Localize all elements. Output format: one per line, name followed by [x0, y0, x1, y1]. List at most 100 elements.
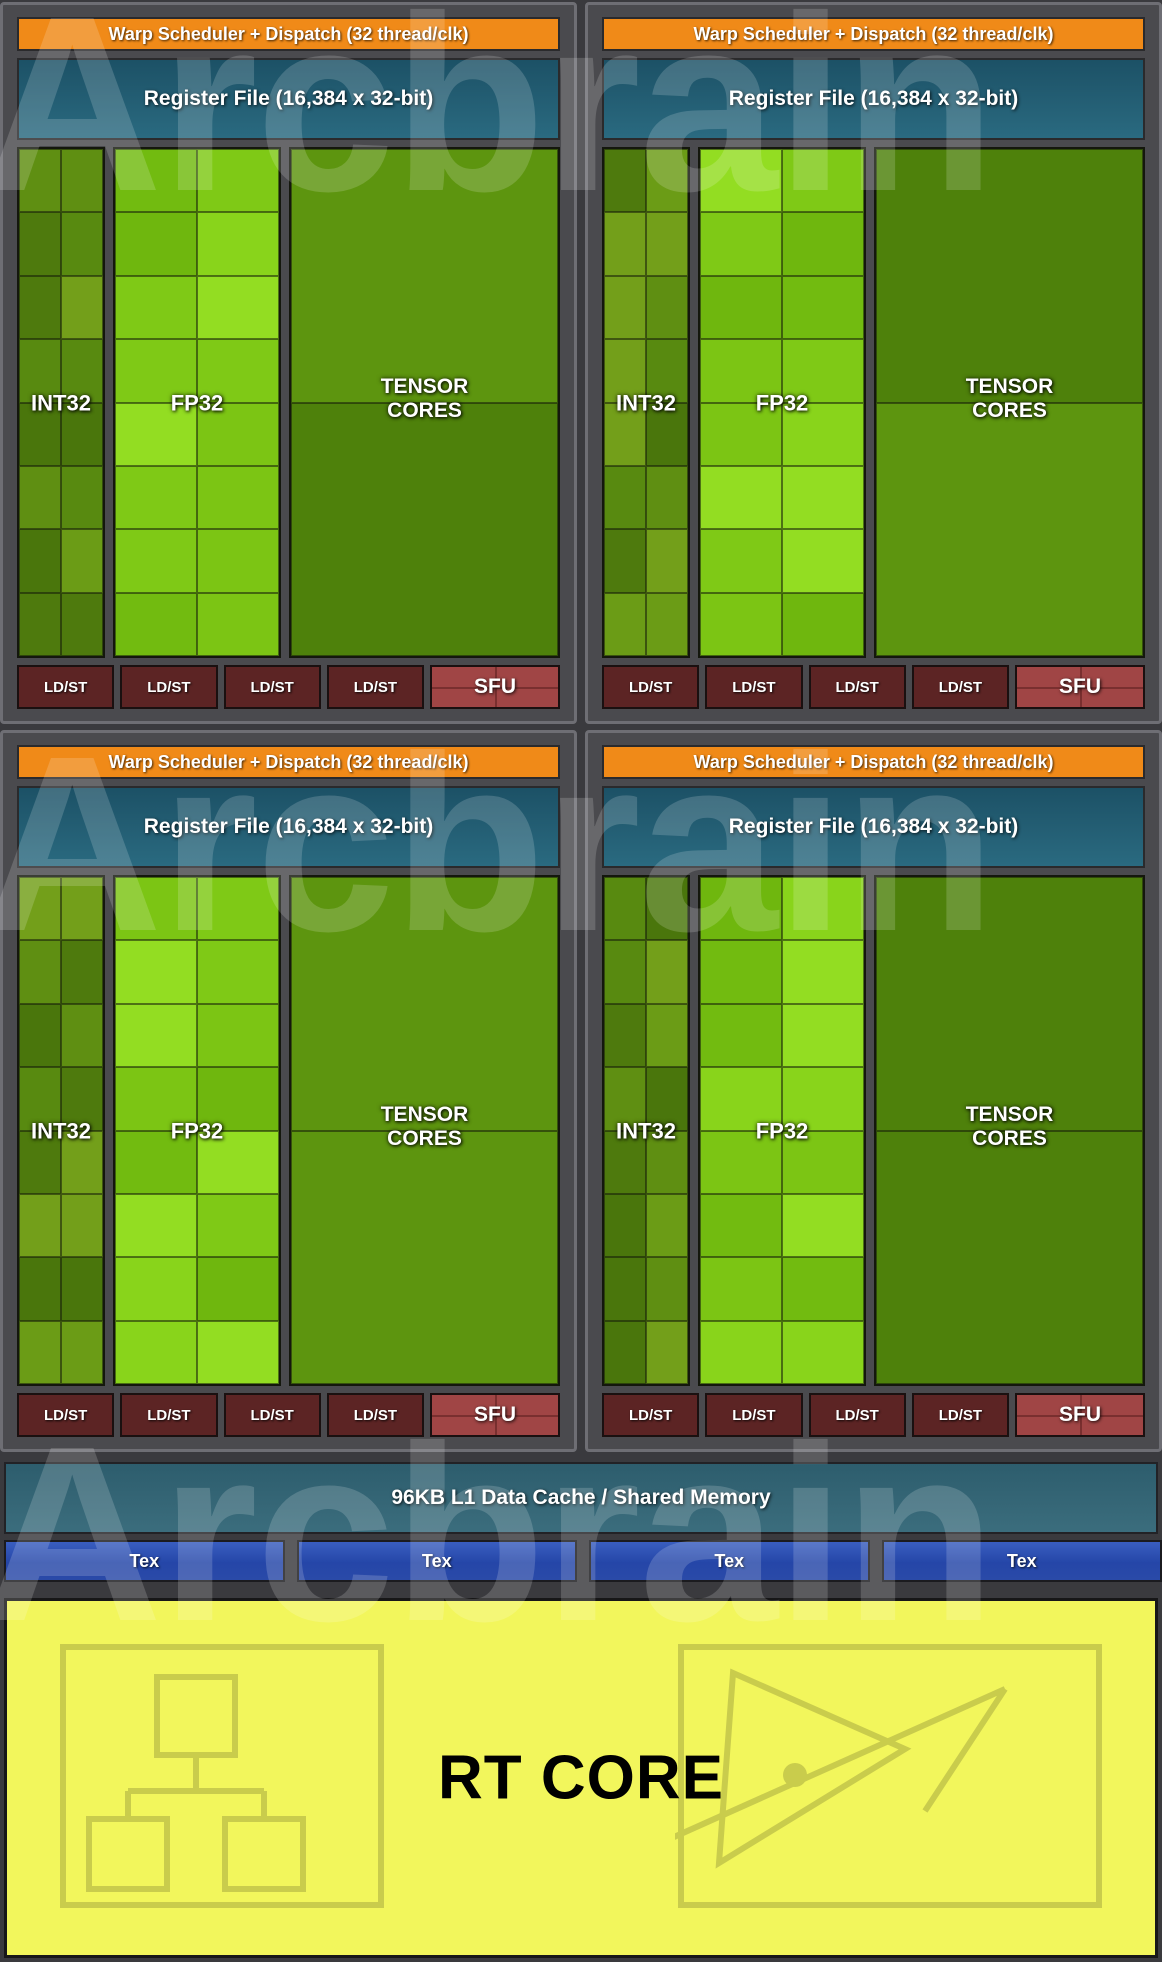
int32-core-cell [19, 592, 61, 656]
int32-core-cell [19, 1320, 61, 1384]
ldst-unit: LD/ST [808, 665, 906, 709]
fp32-core-cell [700, 1257, 782, 1321]
int32-core-cell [604, 529, 646, 593]
fp32-core-cell [115, 1257, 197, 1321]
ldst-unit: LD/ST [223, 665, 321, 709]
sm-partition-3: Warp Scheduler + Dispatch (32 thread/clk… [585, 730, 1162, 1452]
texture-unit: Tex [296, 1540, 577, 1582]
fp32-unit-block: FP32 [698, 875, 866, 1386]
sfu-unit: SFU [430, 665, 560, 709]
texture-unit: Tex [4, 1540, 285, 1582]
int32-core-cell [646, 212, 688, 276]
fp32-core-cell [782, 339, 864, 403]
fp32-core-cell [197, 877, 279, 941]
ldst-unit: LD/ST [911, 665, 1010, 709]
fp32-core-cell [115, 149, 197, 213]
int32-core-cell [646, 1257, 688, 1321]
tensor-core-cell [291, 877, 558, 1131]
texture-unit-row: Tex Tex Tex Tex [4, 1540, 1162, 1582]
warp-scheduler-bar: Warp Scheduler + Dispatch (32 thread/clk… [17, 745, 560, 779]
fp32-core-cell [700, 1067, 782, 1131]
fp32-core-cell [115, 877, 197, 941]
int32-core-cell [61, 149, 103, 213]
int32-core-cell [61, 877, 103, 941]
int32-core-cell [19, 212, 61, 276]
fp32-core-cell [197, 212, 279, 276]
int32-core-cell [19, 1067, 61, 1131]
fp32-core-cell [115, 465, 197, 530]
fp32-core-cell [700, 465, 782, 530]
fp32-core-cell [782, 402, 864, 466]
tensor-core-cell [876, 1130, 1143, 1384]
fp32-core-cell [115, 275, 197, 340]
fp32-core-cell [197, 1130, 279, 1194]
int32-core-cell [61, 339, 103, 403]
l1-data-cache: 96KB L1 Data Cache / Shared Memory [4, 1462, 1158, 1534]
l1-data-cache-label: 96KB L1 Data Cache / Shared Memory [391, 1486, 771, 1509]
int32-core-cell [19, 1193, 61, 1258]
int32-core-cell [604, 465, 646, 530]
warp-scheduler-bar: Warp Scheduler + Dispatch (32 thread/clk… [602, 745, 1145, 779]
int32-core-cell [604, 1003, 646, 1068]
tensor-core-cell [876, 149, 1143, 403]
register-file: Register File (16,384 x 32-bit) [602, 786, 1145, 868]
int32-core-cell [604, 1067, 646, 1131]
core-array: INT32 FP32 TENSOR CORES [17, 875, 560, 1386]
fp32-core-cell [115, 940, 197, 1004]
fp32-core-cell [700, 1193, 782, 1258]
fp32-core-cell [700, 877, 782, 941]
tensor-core-cell [291, 149, 558, 403]
rt-core-panel: RT CORE [4, 1598, 1158, 1958]
int32-core-cell [61, 940, 103, 1004]
fp32-core-cell [115, 529, 197, 593]
fp32-core-cell [197, 402, 279, 466]
fp32-core-cell [782, 592, 864, 656]
fp32-core-cell [700, 402, 782, 466]
fp32-core-cell [115, 1003, 197, 1068]
tensor-core-cell [291, 402, 558, 656]
tensor-unit-block: TENSOR CORES [874, 147, 1145, 658]
fp32-core-cell [197, 275, 279, 340]
register-file: Register File (16,384 x 32-bit) [17, 58, 560, 140]
fp32-core-cell [115, 339, 197, 403]
tensor-unit-block: TENSOR CORES [289, 147, 560, 658]
ldst-unit: LD/ST [602, 1393, 700, 1437]
int32-core-cell [604, 1257, 646, 1321]
fp32-core-cell [115, 1320, 197, 1384]
ldst-unit: LD/ST [705, 1393, 803, 1437]
int32-unit-block: INT32 [602, 875, 690, 1386]
ldst-unit: LD/ST [223, 1393, 321, 1437]
sfu-unit: SFU [430, 1393, 560, 1437]
int32-core-cell [61, 465, 103, 530]
int32-core-cell [604, 877, 646, 941]
register-file: Register File (16,384 x 32-bit) [602, 58, 1145, 140]
fp32-core-cell [700, 275, 782, 340]
fp32-core-cell [782, 1320, 864, 1384]
ldst-unit: LD/ST [705, 665, 803, 709]
int32-core-cell [646, 1003, 688, 1068]
int32-core-cell [604, 1320, 646, 1384]
sm-partition-2: Warp Scheduler + Dispatch (32 thread/clk… [0, 730, 577, 1452]
ldst-sfu-row: LD/ST LD/ST LD/ST LD/ST SFU [17, 1393, 560, 1437]
warp-scheduler-bar: Warp Scheduler + Dispatch (32 thread/clk… [602, 17, 1145, 51]
int32-unit-block: INT32 [17, 147, 105, 658]
int32-core-cell [646, 149, 688, 213]
tensor-unit-block: TENSOR CORES [289, 875, 560, 1386]
fp32-core-cell [782, 465, 864, 530]
int32-core-cell [604, 592, 646, 656]
int32-core-cell [646, 1067, 688, 1131]
fp32-core-cell [197, 149, 279, 213]
sfu-label: SFU [474, 1403, 517, 1426]
int32-core-cell [19, 940, 61, 1004]
int32-core-cell [646, 529, 688, 593]
int32-core-cell [19, 402, 61, 466]
int32-core-cell [61, 402, 103, 466]
core-array: INT32 FP32 TENSOR CORES [17, 147, 560, 658]
fp32-core-cell [782, 212, 864, 276]
fp32-core-cell [115, 1067, 197, 1131]
int32-core-cell [646, 940, 688, 1004]
int32-core-cell [646, 275, 688, 340]
int32-core-cell [604, 212, 646, 276]
fp32-core-cell [115, 402, 197, 466]
int32-core-cell [19, 149, 61, 213]
